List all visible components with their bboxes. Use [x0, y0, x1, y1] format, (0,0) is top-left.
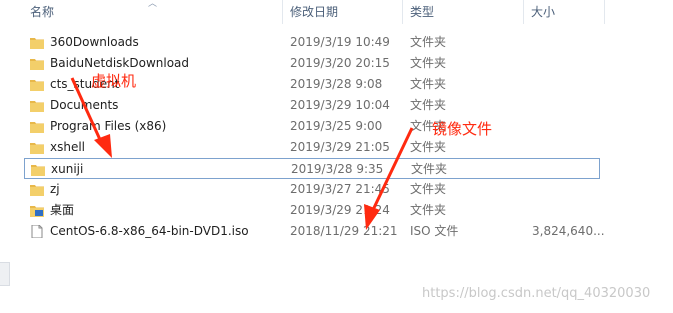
file-row[interactable]: 桌面 2019/3/29 21:24 文件夹	[24, 200, 600, 221]
file-row[interactable]: CentOS-6.8-x86_64-bin-DVD1.iso 2018/11/2…	[24, 221, 605, 242]
file-name: 桌面	[50, 203, 75, 217]
file-modified: 2019/3/29 21:05	[290, 140, 390, 154]
file-row[interactable]: Program Files (x86) 2019/3/25 9:00 文件夹	[24, 116, 600, 137]
file-modified: 2019/3/28 9:08	[290, 77, 383, 91]
file-modified: 2019/3/20 20:15	[290, 56, 390, 70]
watermark: https://blog.csdn.net/qq_40320030	[422, 286, 651, 301]
file-type: 文件夹	[410, 98, 447, 112]
file-name: xshell	[50, 140, 86, 154]
file-modified: 2019/3/29 21:24	[290, 203, 390, 217]
file-name: CentOS-6.8-x86_64-bin-DVD1.iso	[50, 224, 249, 238]
file-name: xuniji	[51, 162, 84, 176]
folder-icon	[30, 185, 44, 196]
folder-icon	[30, 80, 44, 91]
column-header-name[interactable]: 名称	[30, 0, 54, 24]
file-type: ISO 文件	[410, 224, 459, 238]
file-row[interactable]: xshell 2019/3/29 21:05 文件夹	[24, 137, 600, 158]
file-type: 文件夹	[410, 35, 447, 49]
file-type: 文件夹	[411, 162, 448, 176]
file-type: 文件夹	[410, 203, 447, 217]
file-name: 360Downloads	[50, 35, 139, 49]
folder-icon	[30, 101, 44, 112]
file-modified: 2019/3/28 9:35	[291, 162, 384, 176]
file-name: zj	[50, 182, 60, 196]
file-modified: 2019/3/29 10:04	[290, 98, 390, 112]
file-icon	[31, 225, 43, 238]
folder-icon	[31, 165, 45, 176]
folder-icon	[30, 38, 44, 49]
file-size: 3,824,640...	[532, 224, 605, 238]
column-divider[interactable]	[523, 0, 524, 24]
file-row[interactable]: 360Downloads 2019/3/19 10:49 文件夹	[24, 32, 600, 53]
file-type: 文件夹	[410, 77, 447, 91]
column-header-modified[interactable]: 修改日期	[290, 0, 338, 24]
file-modified: 2018/11/29 21:21	[290, 224, 398, 238]
file-type: 文件夹	[410, 56, 447, 70]
file-name: Documents	[50, 98, 119, 112]
file-row-selected[interactable]: xuniji 2019/3/28 9:35 文件夹	[24, 158, 600, 179]
column-header-type[interactable]: 类型	[410, 0, 434, 24]
file-row[interactable]: zj 2019/3/27 21:45 文件夹	[24, 179, 600, 200]
file-row[interactable]: Documents 2019/3/29 10:04 文件夹	[24, 95, 600, 116]
column-header-size[interactable]: 大小	[531, 0, 555, 24]
desktop-folder-icon	[30, 206, 44, 217]
annotation-image-label: 镜像文件	[432, 120, 493, 138]
folder-icon	[30, 122, 44, 133]
navigation-pane-scrollbar[interactable]	[0, 262, 10, 286]
file-modified: 2019/3/27 21:45	[290, 182, 390, 196]
file-type: 文件夹	[410, 140, 447, 154]
column-header-bar: 名称 ︿ 修改日期 类型 大小	[0, 0, 673, 24]
column-divider[interactable]	[604, 0, 605, 24]
column-divider[interactable]	[402, 0, 403, 24]
file-type: 文件夹	[410, 182, 447, 196]
file-modified: 2019/3/19 10:49	[290, 35, 390, 49]
folder-icon	[30, 143, 44, 154]
file-name: Program Files (x86)	[50, 119, 167, 133]
file-modified: 2019/3/25 9:00	[290, 119, 383, 133]
folder-icon	[30, 59, 44, 70]
annotation-vm-label: 虚拟机	[91, 72, 137, 90]
sort-chevron-up-icon: ︿	[148, 0, 158, 9]
column-divider[interactable]	[282, 0, 283, 24]
